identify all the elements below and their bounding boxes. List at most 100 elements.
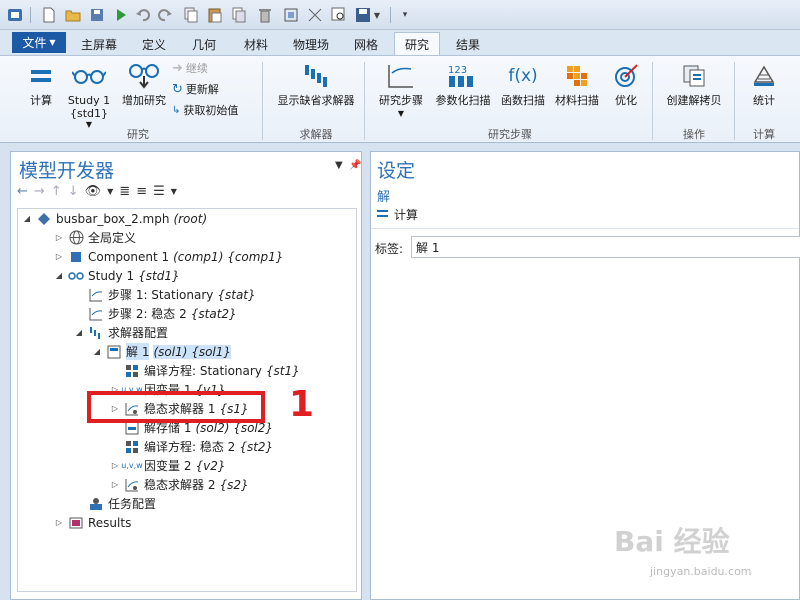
run-icon[interactable] [112,6,130,24]
tree-node-results[interactable]: ▷ Results [54,513,131,532]
tree-node-step1[interactable]: 步骤 1: Stationary {stat} [74,285,256,304]
globe-icon [68,230,84,246]
study-steps-button[interactable]: 研究步骤 ▼ [372,62,430,120]
material-sweep-button[interactable]: 材料扫描 [550,62,604,107]
tree-collapsed-icon[interactable]: ▷ [54,252,64,261]
settings-compute-button[interactable]: 计算 [377,206,418,223]
watermark-logo: Bai 经验 [614,525,730,558]
tree-node-global-definitions[interactable]: ▷ 全局定义 [54,228,136,247]
tab-materials[interactable]: 材料 [236,33,276,55]
tree-collapsed-icon[interactable]: ▷ [54,233,64,242]
forward-arrow-icon[interactable]: → [34,184,45,199]
delete-icon[interactable] [256,6,274,24]
tree-node-stationary-solver2[interactable]: ▷ 稳态求解器 2 {s2} [110,475,249,494]
tree-collapsed-icon[interactable]: ▷ [110,461,120,470]
file-menu-button[interactable]: 文件 ▼ [12,32,66,53]
study-glasses-icon [72,62,106,90]
list-view-icon[interactable]: ☰ [153,184,165,199]
move-up-icon[interactable]: ↑ [51,184,62,199]
tree-node-solution1[interactable]: ◢ 解 1 (sol1) {sol1} [92,342,232,361]
save-as-icon[interactable] [88,6,106,24]
tree-node-label: 步骤 1: Stationary [108,288,214,302]
group-label-solver: 求解器 [299,128,333,141]
tree-node-component1[interactable]: ▷ Component 1 (comp1) {comp1} [54,247,283,266]
duplicate-icon[interactable] [230,6,248,24]
label-input[interactable]: 解 1 [411,236,800,258]
panel-menu-icon[interactable]: ▼ [335,160,343,171]
show-icon[interactable]: 👁 [85,184,102,199]
toolbar-divider [390,7,391,23]
tree-node-label: Results [88,515,132,530]
get-initial-value-button[interactable]: ↳ 获取初始值 [172,102,238,118]
tree-node-compile-equations1[interactable]: 编译方程: Stationary {st1} [110,361,300,380]
tree-node-label: 因变量 2 [144,459,192,473]
customize-toolbar-icon[interactable]: ▾ [396,6,414,24]
open-folder-icon[interactable] [64,6,82,24]
tab-physics[interactable]: 物理场 [286,33,336,55]
tree-node-label: 编译方程: 稳态 2 [144,440,236,454]
ribbon-divider [364,62,365,140]
statistics-icon [751,62,777,90]
function-sweep-button[interactable]: f(x) 函数扫描 [496,62,550,107]
redo-icon[interactable] [156,6,174,24]
tree-expanded-icon[interactable]: ◢ [74,328,84,337]
settings-panel: 设定 解 计算 标签: 解 1 [370,151,800,600]
expand-all-icon[interactable]: ≣ [119,184,130,199]
tab-geometry[interactable]: 几何 [184,33,224,55]
tree-node-label: Study 1 [88,268,135,283]
component-icon [68,249,84,265]
save-icon[interactable] [354,6,372,24]
tree-node-label: 稳态求解器 2 [144,478,216,492]
solution-copy-icon [682,62,706,90]
tree-node-root[interactable]: ◢ busbar_box_2.mph (root) [22,209,207,228]
study-glasses-icon [68,268,84,284]
tree-node-study1[interactable]: ◢ Study 1 {std1} [54,266,180,285]
tree-node-solver-configurations[interactable]: ◢ 求解器配置 [74,323,168,342]
svg-text:123: 123 [448,65,467,76]
chevron-down-icon[interactable]: ▼ [171,187,177,196]
collapse-all-icon[interactable]: ≡ [136,184,147,199]
tree-collapsed-icon[interactable]: ▷ [54,518,64,527]
build-all-icon[interactable] [282,6,300,24]
save-dropdown-icon[interactable]: ▼ [372,6,382,24]
tree-node-job-configurations[interactable]: 任务配置 [74,494,156,513]
tree-expanded-icon[interactable]: ◢ [54,271,64,280]
clear-mesh-icon[interactable] [306,6,324,24]
chevron-down-icon[interactable]: ▼ [107,187,113,196]
study-step-icon [88,287,104,303]
create-solution-copy-button[interactable]: 创建解拷贝 [660,62,728,107]
tab-mesh[interactable]: 网格 [346,33,386,55]
new-file-icon[interactable] [40,6,58,24]
app-logo-icon[interactable] [6,6,24,24]
move-down-icon[interactable]: ↓ [68,184,79,199]
continue-button[interactable]: ➜ 继续 [172,60,208,76]
compute-button[interactable]: 计算 [20,62,62,107]
tab-home[interactable]: 主屏幕 [74,33,124,55]
copy-icon[interactable] [182,6,200,24]
parametric-sweep-button[interactable]: 123 参数化扫描 [432,62,494,107]
tree-expanded-icon[interactable]: ◢ [92,347,102,356]
tab-results[interactable]: 结果 [448,33,488,55]
compute-label: 计算 [30,94,52,107]
tree-collapsed-icon[interactable]: ▷ [110,480,120,489]
paste-icon[interactable] [206,6,224,24]
add-study-button[interactable]: 增加研究 [117,62,171,107]
optimization-button[interactable]: 优化 [606,62,646,107]
tree-expanded-icon[interactable]: ◢ [22,214,32,223]
statistics-button[interactable]: 统计 [742,62,786,107]
stationary-solver-icon [124,477,140,493]
find-icon[interactable] [330,6,348,24]
tree-node-dependent-variables2[interactable]: ▷ u,v,w 因变量 2 {v2} [110,456,226,475]
tab-definitions[interactable]: 定义 [134,33,174,55]
tree-node-step2[interactable]: 步骤 2: 稳态 2 {stat2} [74,304,237,323]
tree-node-compile-equations2[interactable]: 编译方程: 稳态 2 {st2} [110,437,273,456]
show-default-solver-button[interactable]: 显示缺省求解器 [270,62,362,107]
update-solution-button[interactable]: ↻ 更新解 [172,81,219,97]
tree-node-tag: {v2} [195,458,226,473]
undo-icon[interactable] [134,6,152,24]
pin-icon[interactable]: 📌 [349,160,361,171]
study1-button[interactable]: Study 1 {std1} ▼ [62,62,116,131]
back-arrow-icon[interactable]: ← [17,184,28,199]
tree-node-tag: {stat} [217,287,256,302]
tab-study[interactable]: 研究 [394,32,440,55]
